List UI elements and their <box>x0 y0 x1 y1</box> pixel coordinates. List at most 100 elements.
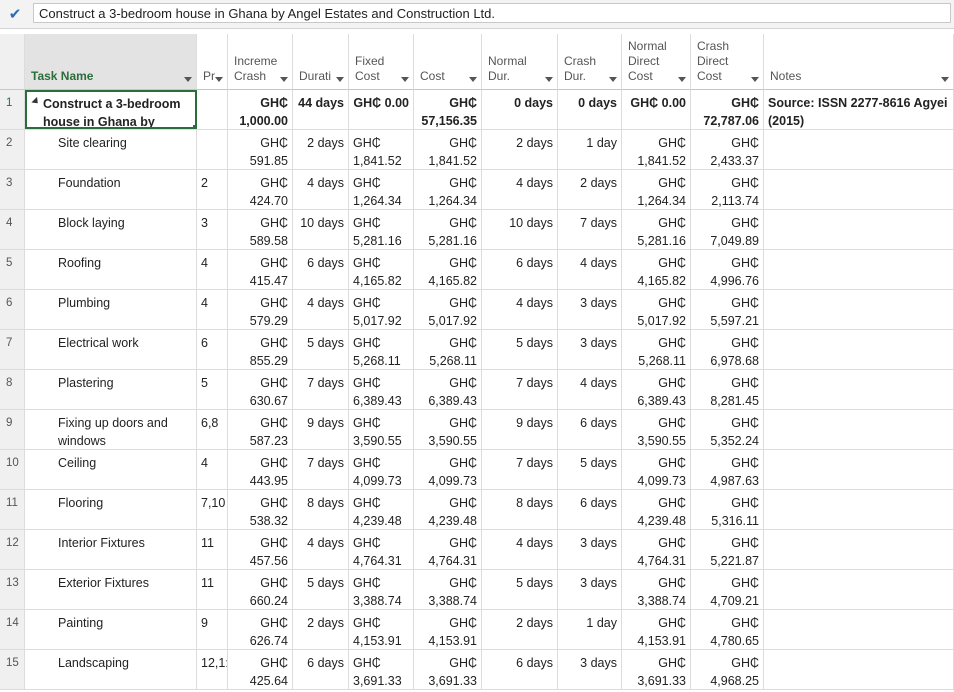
cdur-cell[interactable]: 3 days <box>558 330 622 369</box>
notes-cell[interactable] <box>764 250 954 289</box>
inc-cell[interactable]: GH₵ 626.74 <box>228 610 293 649</box>
dur-cell[interactable]: 4 days <box>293 170 349 209</box>
inc-cell[interactable]: GH₵ 591.85 <box>228 130 293 169</box>
task-row[interactable]: 10 Ceiling 4 GH₵ 443.95 7 days GH₵ 4,099.73 GH… <box>0 450 954 490</box>
pred-cell[interactable] <box>197 130 228 169</box>
task-cell[interactable]: Plastering <box>25 370 197 409</box>
dur-cell[interactable]: 10 days <box>293 210 349 249</box>
ndur-cell[interactable]: 5 days <box>482 330 558 369</box>
ndur-cell[interactable]: 4 days <box>482 290 558 329</box>
pred-cell[interactable]: 6,8 <box>197 410 228 449</box>
ndc-cell[interactable]: GH₵ 3,590.55 <box>622 410 691 449</box>
cost-cell[interactable]: GH₵ 3,691.33 <box>414 650 482 689</box>
task-row[interactable]: 11 Flooring 7,10 GH₵ 538.32 8 days GH₵ 4,239.… <box>0 490 954 530</box>
notes-cell[interactable] <box>764 370 954 409</box>
cdc-cell[interactable]: GH₵ 7,049.89 <box>691 210 764 249</box>
cdc-cell[interactable]: GH₵ 5,316.11 <box>691 490 764 529</box>
notes-cell[interactable] <box>764 610 954 649</box>
inc-cell[interactable]: GH₵ 579.29 <box>228 290 293 329</box>
ndur-cell[interactable]: 9 days <box>482 410 558 449</box>
task-row[interactable]: 12 Interior Fixtures 11 GH₵ 457.56 4 days GH₵… <box>0 530 954 570</box>
task-row[interactable]: 6 Plumbing 4 GH₵ 579.29 4 days GH₵ 5,017.92 GH… <box>0 290 954 330</box>
ndur-cell[interactable]: 7 days <box>482 370 558 409</box>
task-row[interactable]: 2 Site clearing GH₵ 591.85 2 days GH₵ 1,841.… <box>0 130 954 170</box>
cdur-cell[interactable]: 2 days <box>558 170 622 209</box>
chevron-down-icon[interactable] <box>469 77 477 82</box>
ndur-cell[interactable]: 2 days <box>482 610 558 649</box>
fixed-cell[interactable]: GH₵ 5,017.92 <box>349 290 414 329</box>
dur-cell[interactable]: 4 days <box>293 290 349 329</box>
ndc-cell[interactable]: GH₵ 1,841.52 <box>622 130 691 169</box>
pred-cell[interactable]: 5 <box>197 370 228 409</box>
dur-cell[interactable]: 7 days <box>293 370 349 409</box>
pred-cell[interactable]: 6 <box>197 330 228 369</box>
pred-cell[interactable]: 4 <box>197 450 228 489</box>
pred-cell[interactable]: 2 <box>197 170 228 209</box>
fixed-cell[interactable]: GH₵ 1,264.34 <box>349 170 414 209</box>
dur-cell[interactable]: 9 days <box>293 410 349 449</box>
header-predecessors[interactable]: Pr <box>197 34 228 90</box>
pred-cell[interactable]: 3 <box>197 210 228 249</box>
task-row[interactable]: 15 Landscaping 12,1: GH₵ 425.64 6 days GH₵ 3,… <box>0 650 954 690</box>
cost-cell[interactable]: GH₵ 4,153.91 <box>414 610 482 649</box>
notes-cell[interactable] <box>764 170 954 209</box>
header-cost[interactable]: Cost <box>414 34 482 90</box>
cost-cell[interactable]: GH₵ 5,017.92 <box>414 290 482 329</box>
cdur-cell[interactable]: 1 day <box>558 130 622 169</box>
cdur-cell[interactable]: 3 days <box>558 570 622 609</box>
header-crash-duration[interactable]: Crash Dur. <box>558 34 622 90</box>
ndc-cell[interactable]: GH₵ 0.00 <box>622 90 691 129</box>
cdur-cell[interactable]: 1 day <box>558 610 622 649</box>
header-crash-direct-cost[interactable]: Crash Direct Cost <box>691 34 764 90</box>
cost-cell[interactable]: GH₵ 1,264.34 <box>414 170 482 209</box>
cdc-cell[interactable]: GH₵ 4,996.76 <box>691 250 764 289</box>
notes-cell[interactable] <box>764 330 954 369</box>
ndc-cell[interactable]: GH₵ 1,264.34 <box>622 170 691 209</box>
task-cell[interactable]: Exterior Fixtures <box>25 570 197 609</box>
collapse-triangle-icon[interactable] <box>31 96 41 107</box>
inc-cell[interactable]: GH₵ 1,000.00 <box>228 90 293 129</box>
notes-cell[interactable] <box>764 490 954 529</box>
header-notes[interactable]: Notes <box>764 34 954 90</box>
inc-cell[interactable]: GH₵ 855.29 <box>228 330 293 369</box>
header-duration[interactable]: Durati <box>293 34 349 90</box>
fixed-cell[interactable]: GH₵ 5,268.11 <box>349 330 414 369</box>
cost-cell[interactable]: GH₵ 3,590.55 <box>414 410 482 449</box>
notes-cell[interactable] <box>764 650 954 689</box>
chevron-down-icon[interactable] <box>215 77 223 82</box>
header-incremental-crash[interactable]: Increme Crash <box>228 34 293 90</box>
cdc-cell[interactable]: GH₵ 4,987.63 <box>691 450 764 489</box>
entry-field[interactable]: Construct a 3-bedroom house in Ghana by … <box>33 3 951 23</box>
cdc-cell[interactable]: GH₵ 2,433.37 <box>691 130 764 169</box>
ndc-cell[interactable]: GH₵ 3,388.74 <box>622 570 691 609</box>
dur-cell[interactable]: 5 days <box>293 330 349 369</box>
task-row[interactable]: 3 Foundation 2 GH₵ 424.70 4 days GH₵ 1,264.34… <box>0 170 954 210</box>
inc-cell[interactable]: GH₵ 415.47 <box>228 250 293 289</box>
ndur-cell[interactable]: 0 days <box>482 90 558 129</box>
cdur-cell[interactable]: 0 days <box>558 90 622 129</box>
cdur-cell[interactable]: 3 days <box>558 650 622 689</box>
fixed-cell[interactable]: GH₵ 4,239.48 <box>349 490 414 529</box>
cost-cell[interactable]: GH₵ 6,389.43 <box>414 370 482 409</box>
task-row[interactable]: 14 Painting 9 GH₵ 626.74 2 days GH₵ 4,153.91 G… <box>0 610 954 650</box>
notes-cell[interactable] <box>764 530 954 569</box>
task-cell[interactable]: Block laying <box>25 210 197 249</box>
chevron-down-icon[interactable] <box>336 77 344 82</box>
ndur-cell[interactable]: 10 days <box>482 210 558 249</box>
cdc-cell[interactable]: GH₵ 4,780.65 <box>691 610 764 649</box>
cdur-cell[interactable]: 3 days <box>558 530 622 569</box>
cost-cell[interactable]: GH₵ 5,268.11 <box>414 330 482 369</box>
fixed-cell[interactable]: GH₵ 6,389.43 <box>349 370 414 409</box>
chevron-down-icon[interactable] <box>678 77 686 82</box>
ndur-cell[interactable]: 5 days <box>482 570 558 609</box>
pred-cell[interactable]: 7,10 <box>197 490 228 529</box>
ndur-cell[interactable]: 2 days <box>482 130 558 169</box>
notes-cell[interactable] <box>764 450 954 489</box>
ndc-cell[interactable]: GH₵ 5,017.92 <box>622 290 691 329</box>
notes-cell[interactable] <box>764 290 954 329</box>
dur-cell[interactable]: 2 days <box>293 610 349 649</box>
ndur-cell[interactable]: 4 days <box>482 170 558 209</box>
pred-cell[interactable]: 11 <box>197 570 228 609</box>
fixed-cell[interactable]: GH₵ 4,099.73 <box>349 450 414 489</box>
pred-cell[interactable]: 4 <box>197 290 228 329</box>
